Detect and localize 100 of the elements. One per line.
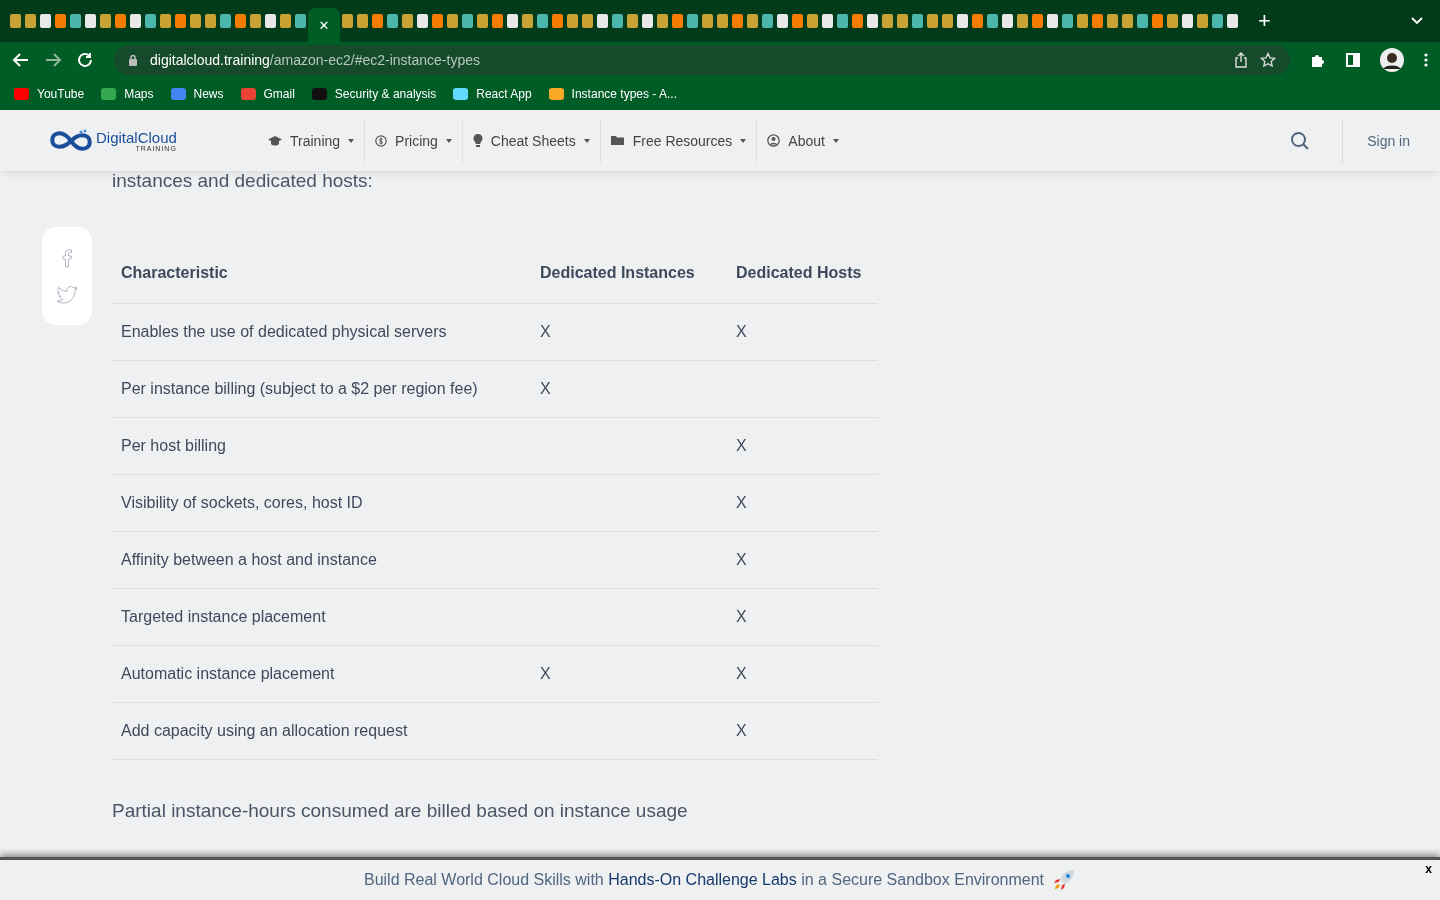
table-cell: X — [736, 722, 747, 739]
favicon-icon — [10, 14, 21, 28]
favicon-icon — [582, 14, 593, 28]
favicon-icon — [160, 14, 171, 28]
forward-icon[interactable] — [44, 51, 62, 69]
favicon-icon — [115, 14, 126, 28]
favicon-icon — [717, 14, 728, 28]
favicon-icon — [477, 14, 488, 28]
lightbulb-icon — [472, 134, 483, 147]
nav-menu-item[interactable]: Cheat Sheets — [462, 118, 601, 163]
favicon-icon — [912, 14, 923, 28]
lock-icon — [128, 54, 138, 66]
back-icon[interactable] — [12, 51, 30, 69]
caret-icon — [348, 138, 355, 143]
search-icon[interactable] — [1290, 130, 1311, 151]
table-cell: Enables the use of dedicated physical servers — [121, 323, 447, 340]
table-cell: X — [540, 380, 551, 397]
new-tab-button[interactable]: + — [1258, 8, 1271, 34]
challenge-labs-link[interactable]: Hands-On Challenge Labs — [608, 871, 797, 888]
table-cell: X — [736, 437, 747, 454]
nav-menu-item[interactable]: Free Resources — [600, 118, 758, 163]
favicon-icon — [432, 14, 443, 28]
graduation-cap-icon — [268, 134, 282, 147]
favicon-icon — [220, 14, 231, 28]
favicon-icon — [145, 14, 156, 28]
favicon-icon — [372, 14, 383, 28]
star-icon[interactable] — [1260, 52, 1276, 68]
favicon-icon — [897, 14, 908, 28]
bookmark[interactable]: Security & analysis — [311, 87, 437, 101]
bookmark[interactable]: YouTube — [14, 87, 85, 101]
favicon-icon — [792, 14, 803, 28]
favicon-icon — [1062, 14, 1073, 28]
favicon-icon — [55, 14, 66, 28]
favicon-icon — [537, 14, 548, 28]
favicon-icon — [1152, 14, 1163, 28]
favicon-icon — [702, 14, 713, 28]
url-text: digitalcloud.training/amazon-ec2/#ec2-instance-types — [150, 52, 480, 68]
browser-tab[interactable]: ✕ — [308, 8, 340, 42]
favicon-icon — [295, 14, 306, 28]
side-panel-icon[interactable] — [1346, 53, 1360, 67]
favicon-icon — [235, 14, 246, 28]
caret-icon — [583, 138, 590, 143]
bookmark[interactable]: Gmail — [240, 87, 295, 101]
table-cell: Visibility of sockets, cores, host ID — [121, 494, 363, 511]
rocket-icon — [1052, 868, 1077, 892]
bookmark[interactable]: React App — [453, 87, 532, 101]
dollar-icon — [375, 134, 388, 147]
infinity-logo-icon — [48, 127, 94, 154]
logo-text: DigitalCloud — [96, 129, 177, 145]
favicon-icon — [942, 14, 953, 28]
favicon-icon — [612, 14, 623, 28]
address-bar[interactable]: digitalcloud.training/amazon-ec2/#ec2-instance-types — [114, 45, 1290, 75]
favicon-icon — [882, 14, 893, 28]
share-icon[interactable] — [1234, 52, 1248, 68]
favicon-icon — [1197, 14, 1208, 28]
caret-icon — [740, 138, 747, 143]
favicon-icon — [175, 14, 186, 28]
favicon-icon — [972, 14, 983, 28]
caret-icon — [832, 138, 839, 143]
favicon-icon — [280, 14, 291, 28]
favicon-icon — [657, 14, 668, 28]
favicon-icon — [100, 14, 111, 28]
favicon-icon — [387, 14, 398, 28]
favicon-icon — [597, 14, 608, 28]
favicon-icon — [417, 14, 428, 28]
favicon-icon — [402, 14, 413, 28]
bookmark[interactable]: Instance types - A... — [548, 87, 677, 101]
favicon-icon — [777, 14, 788, 28]
nav-menu-item[interactable]: About — [757, 118, 849, 163]
favicon-icon — [867, 14, 878, 28]
favicon-icon — [1122, 14, 1133, 28]
favicon-icon — [507, 14, 518, 28]
column-header: Characteristic — [112, 241, 531, 304]
menu-icon[interactable] — [1424, 53, 1428, 67]
favicon-icon — [205, 14, 216, 28]
bookmark[interactable]: Maps — [101, 87, 154, 101]
favicon-icon — [672, 14, 683, 28]
favicon-icon — [1107, 14, 1118, 28]
sign-in-link[interactable]: Sign in — [1367, 132, 1410, 149]
nav-menu-item[interactable]: Training — [258, 118, 366, 163]
favicon-icon — [492, 14, 503, 28]
favicon-icon — [447, 14, 458, 28]
table-cell: Affinity between a host and instance — [121, 551, 377, 568]
table-cell: X — [540, 323, 551, 340]
favicon-icon — [552, 14, 563, 28]
favicon-icon — [40, 14, 51, 28]
favicon-icon — [70, 14, 81, 28]
bookmark[interactable]: News — [170, 87, 224, 101]
close-button[interactable]: x — [1425, 862, 1432, 876]
table-cell: Automatic instance placement — [121, 665, 335, 682]
nav-menu-item[interactable]: Pricing — [365, 118, 463, 163]
avatar-icon[interactable] — [1380, 48, 1404, 72]
puzzle-icon[interactable] — [1310, 52, 1326, 68]
favicon-icon — [25, 14, 36, 28]
favicon-icon — [837, 14, 848, 28]
close-tab-button[interactable]: ✕ — [318, 17, 330, 33]
favicon-icon — [1212, 14, 1223, 28]
table-cell: Per instance billing (subject to a $2 per region fee) — [121, 380, 478, 397]
paragraph: instances and dedicated hosts: — [112, 171, 374, 191]
reload-icon[interactable] — [76, 51, 94, 69]
